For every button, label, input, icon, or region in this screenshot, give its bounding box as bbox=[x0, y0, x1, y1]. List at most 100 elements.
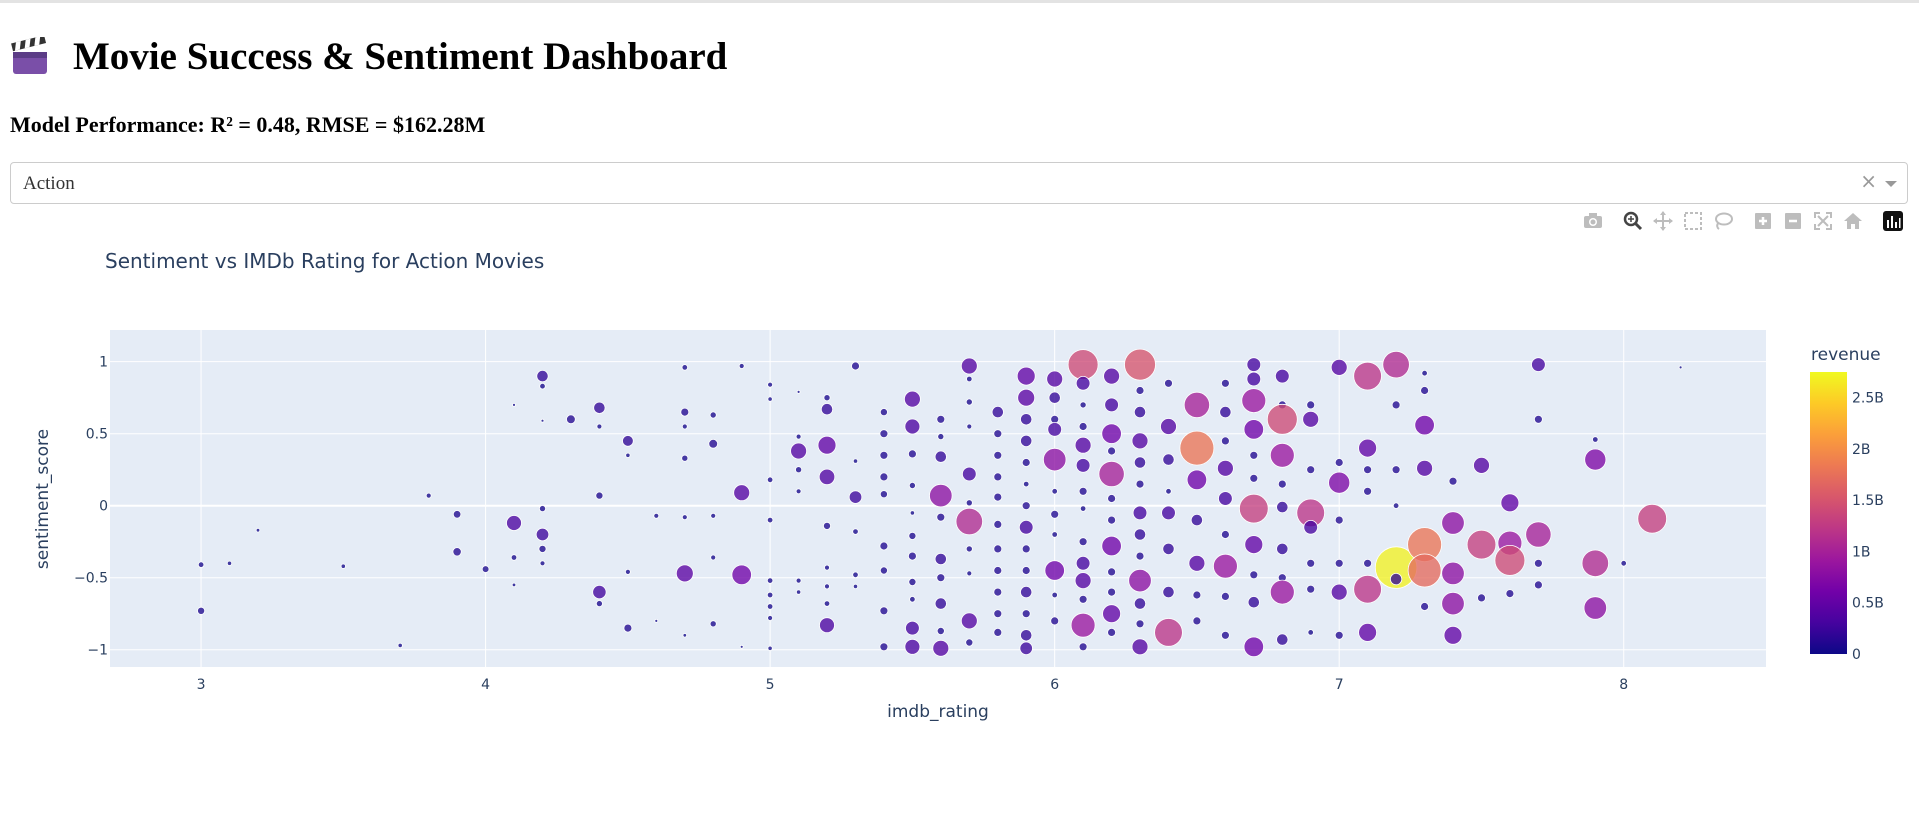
scatter-point[interactable] bbox=[1107, 446, 1116, 456]
scatter-point[interactable] bbox=[1217, 459, 1234, 477]
scatter-point[interactable] bbox=[1505, 589, 1515, 599]
scatter-point[interactable] bbox=[766, 603, 774, 610]
scatter-point[interactable] bbox=[538, 544, 547, 553]
scatter-point[interactable] bbox=[1128, 568, 1152, 593]
scatter-point[interactable] bbox=[823, 600, 831, 607]
scatter-point[interactable] bbox=[993, 472, 1003, 482]
scatter-point[interactable] bbox=[960, 357, 978, 375]
scatter-point[interactable] bbox=[1221, 378, 1230, 388]
scatter-point[interactable] bbox=[1221, 630, 1230, 640]
scatter-point[interactable] bbox=[1221, 591, 1230, 601]
scatter-point[interactable] bbox=[1048, 391, 1061, 404]
scatter-point[interactable] bbox=[452, 510, 462, 519]
scatter-point[interactable] bbox=[681, 514, 688, 521]
scatter-point[interactable] bbox=[932, 639, 950, 657]
scatter-point[interactable] bbox=[1534, 580, 1543, 590]
scatter-point[interactable] bbox=[512, 402, 516, 407]
scatter-point[interactable] bbox=[1477, 593, 1486, 603]
scatter-point[interactable] bbox=[255, 528, 261, 533]
scatter-point[interactable] bbox=[934, 450, 947, 463]
scatter-point[interactable] bbox=[1104, 397, 1119, 413]
scatter-point[interactable] bbox=[1306, 584, 1316, 594]
scatter-point[interactable] bbox=[539, 560, 546, 567]
scatter-point[interactable] bbox=[596, 423, 603, 430]
scatter-point[interactable] bbox=[1303, 519, 1318, 535]
scatter-point[interactable] bbox=[824, 583, 830, 590]
scatter-point[interactable] bbox=[1391, 465, 1401, 475]
scatter-point[interactable] bbox=[1022, 480, 1030, 488]
scatter-point[interactable] bbox=[966, 423, 973, 430]
scatter-point[interactable] bbox=[1244, 535, 1264, 555]
scatter-point[interactable] bbox=[535, 527, 550, 542]
scatter-point[interactable] bbox=[1164, 378, 1173, 388]
scatter-point[interactable] bbox=[1154, 618, 1183, 647]
scatter-point[interactable] bbox=[1101, 535, 1122, 557]
scatter-point[interactable] bbox=[820, 403, 834, 416]
scatter-point[interactable] bbox=[1390, 572, 1403, 586]
scatter-point[interactable] bbox=[1079, 505, 1087, 512]
scatter-point[interactable] bbox=[709, 411, 717, 419]
scatter-point[interactable] bbox=[710, 554, 717, 561]
scatter-point[interactable] bbox=[1363, 486, 1372, 496]
scatter-point[interactable] bbox=[1162, 453, 1175, 466]
scatter-point[interactable] bbox=[1678, 365, 1683, 370]
scatter-point[interactable] bbox=[929, 483, 953, 508]
scatter-point[interactable] bbox=[767, 396, 773, 402]
scatter-point[interactable] bbox=[1124, 348, 1156, 381]
scatter-point[interactable] bbox=[1420, 386, 1429, 395]
scatter-point[interactable] bbox=[1044, 560, 1065, 581]
scatter-point[interactable] bbox=[1078, 486, 1088, 496]
scatter-point[interactable] bbox=[1162, 542, 1175, 555]
scatter-point[interactable] bbox=[1079, 401, 1087, 409]
scatter-point[interactable] bbox=[1074, 436, 1092, 454]
scatter-point[interactable] bbox=[1051, 591, 1058, 599]
scatter-point[interactable] bbox=[1534, 558, 1543, 568]
scatter-point[interactable] bbox=[675, 564, 694, 583]
autoscale-icon[interactable] bbox=[1812, 210, 1834, 232]
scatter-point[interactable] bbox=[1107, 627, 1116, 637]
scatter-point[interactable] bbox=[795, 577, 802, 584]
scatter-point[interactable] bbox=[1135, 386, 1145, 395]
scatter-point[interactable] bbox=[993, 587, 1003, 597]
scatter-point[interactable] bbox=[1363, 465, 1372, 475]
scatter-point[interactable] bbox=[936, 414, 946, 424]
scatter-point[interactable] bbox=[993, 450, 1003, 460]
scatter-point[interactable] bbox=[1075, 458, 1091, 473]
scatter-point[interactable] bbox=[733, 484, 751, 502]
reset-axes-icon[interactable] bbox=[1842, 210, 1864, 232]
scatter-point[interactable] bbox=[731, 564, 752, 586]
scatter-point[interactable] bbox=[908, 551, 917, 561]
scatter-point[interactable] bbox=[1051, 488, 1058, 495]
scatter-point[interactable] bbox=[452, 547, 462, 557]
scatter-point[interactable] bbox=[625, 568, 631, 575]
scatter-point[interactable] bbox=[1190, 513, 1204, 527]
scatter-point[interactable] bbox=[1473, 456, 1490, 474]
scatter-point[interactable] bbox=[1135, 619, 1145, 629]
box-select-icon[interactable] bbox=[1682, 210, 1704, 232]
scatter-point[interactable] bbox=[965, 398, 973, 406]
scatter-point[interactable] bbox=[1017, 388, 1036, 407]
scatter-point[interactable] bbox=[1021, 501, 1031, 511]
scatter-point[interactable] bbox=[879, 472, 889, 482]
scatter-point[interactable] bbox=[1135, 551, 1145, 561]
scatter-point[interactable] bbox=[879, 541, 889, 551]
scatter-point[interactable] bbox=[1531, 357, 1546, 372]
scatter-point[interactable] bbox=[682, 633, 687, 638]
scatter-point[interactable] bbox=[1269, 442, 1295, 468]
scatter-point[interactable] bbox=[1583, 596, 1608, 620]
scatter-point[interactable] bbox=[1183, 391, 1211, 418]
scatter-point[interactable] bbox=[1277, 479, 1287, 489]
scatter-point[interactable] bbox=[1584, 448, 1607, 471]
scatter-point[interactable] bbox=[1051, 531, 1058, 538]
scatter-point[interactable] bbox=[540, 418, 545, 423]
scatter-point[interactable] bbox=[852, 571, 859, 578]
scatter-point[interactable] bbox=[1247, 596, 1260, 609]
scatter-point[interactable] bbox=[1020, 434, 1033, 447]
scatter-point[interactable] bbox=[1382, 350, 1410, 379]
scatter-point[interactable] bbox=[1269, 579, 1295, 605]
scatter-point[interactable] bbox=[1441, 591, 1465, 616]
genre-dropdown[interactable]: Action × bbox=[10, 162, 1908, 204]
scatter-point[interactable] bbox=[1020, 585, 1033, 599]
scatter-point[interactable] bbox=[993, 429, 1003, 439]
scatter-point[interactable] bbox=[766, 591, 774, 599]
